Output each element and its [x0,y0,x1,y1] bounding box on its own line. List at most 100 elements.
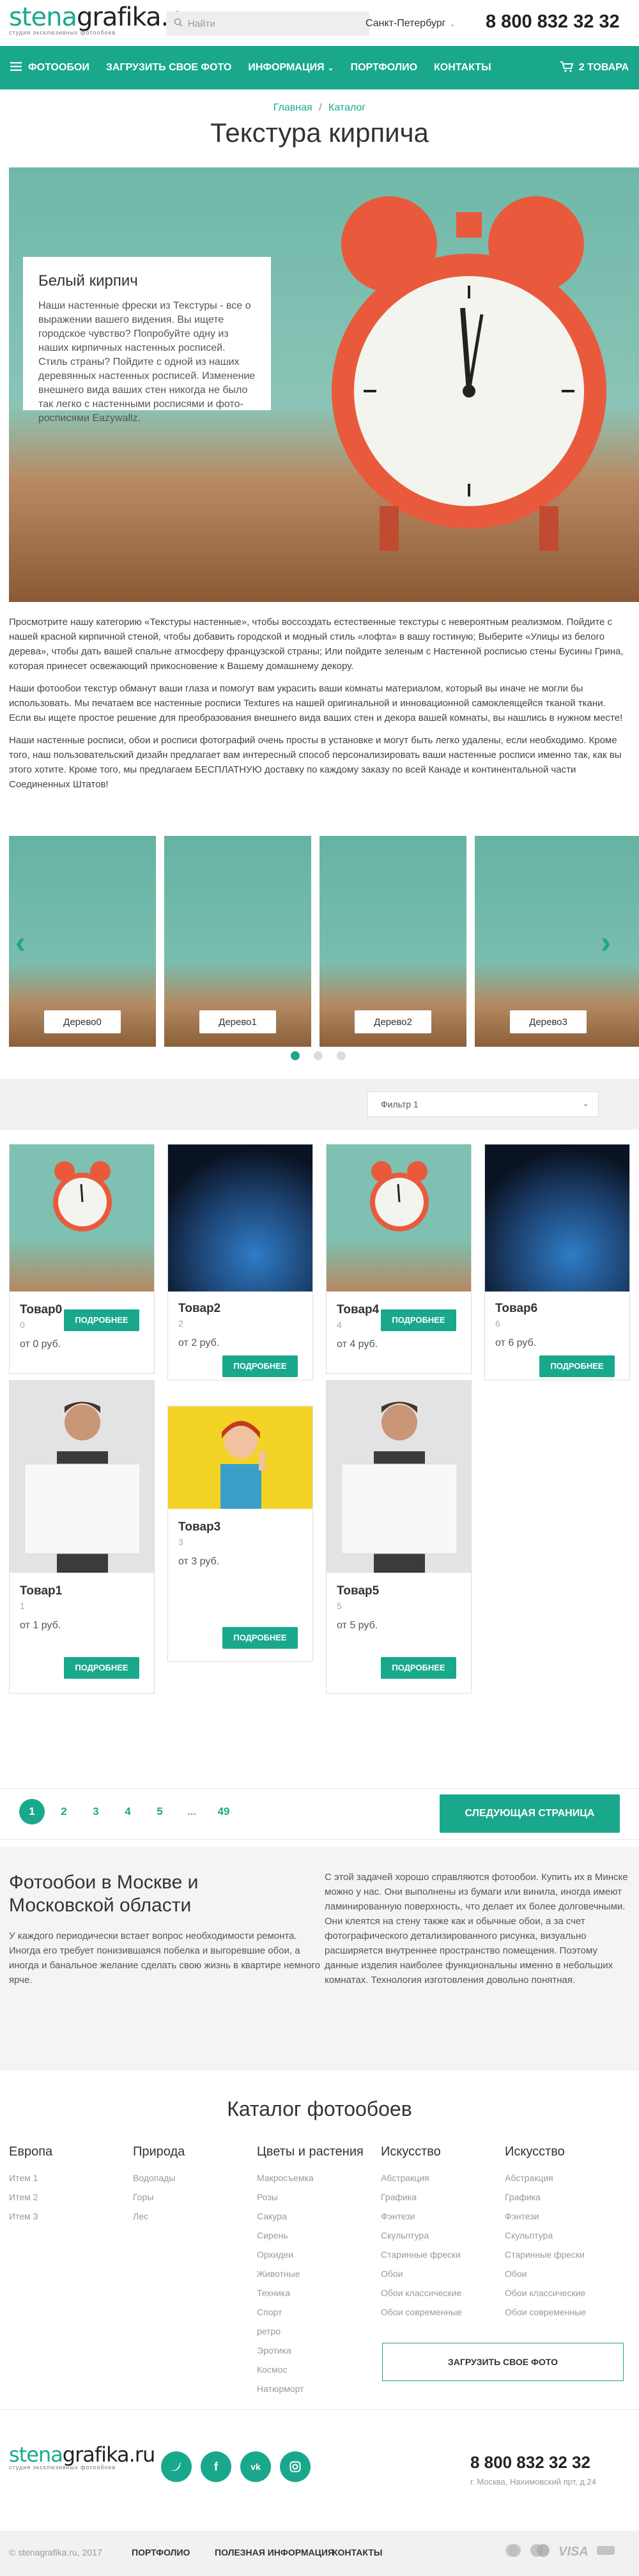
catalog-link[interactable]: Обои [381,2264,496,2283]
catalog-link[interactable]: Макросъемка [257,2168,372,2187]
product-card[interactable]: Товар5 5 от 5 руб. ПОДРОБНЕЕ [326,1380,472,1693]
page-link-active[interactable]: 1 [19,1799,45,1824]
catalog-link[interactable]: Лес [133,2207,248,2226]
product-card[interactable]: Товар4 4 от 4 руб. ПОДРОБНЕЕ [326,1144,472,1374]
filter-select-value: Фильтр 1 [381,1099,419,1109]
product-image [168,1145,312,1292]
product-card[interactable]: Товар0 0 от 0 руб. ПОДРОБНЕЕ [9,1144,155,1374]
facebook-icon[interactable]: f [201,2451,231,2482]
catalog-link[interactable]: Итем 3 [9,2207,124,2226]
footer-link-contacts[interactable]: КОНТАКТЫ [332,2547,382,2557]
nav-item-portfolio[interactable]: ПОРТФОЛИО [351,62,417,73]
carousel-slide[interactable]: Дерево1 [164,836,311,1047]
catalog-link[interactable]: Эротика [257,2341,372,2360]
product-more-button[interactable]: ПОДРОБНЕЕ [64,1657,139,1679]
catalog-link[interactable]: ретро [257,2322,372,2341]
product-card[interactable]: Товар2 2 от 2 руб. ПОДРОБНЕЕ [167,1144,313,1380]
catalog-link[interactable]: Обои классические [505,2283,630,2302]
search-icon [174,18,183,29]
catalog-link[interactable]: Скульптура [381,2226,496,2245]
twitter-icon[interactable] [161,2451,192,2482]
product-title: Товар2 [178,1302,221,1315]
page-link[interactable]: 4 [115,1799,141,1824]
catalog-link[interactable]: Водопады [133,2168,248,2187]
chevron-right-icon[interactable]: › [601,925,611,960]
product-more-button[interactable]: ПОДРОБНЕЕ [381,1657,456,1679]
catalog-link[interactable]: Старинные фрески [381,2245,496,2264]
cart-button[interactable]: 2 ТОВАРА [560,61,629,75]
footer-phone[interactable]: 8 800 832 32 32 [470,2453,590,2472]
catalog-link[interactable]: Старинные фрески [505,2245,630,2264]
catalog-link[interactable]: Обои классические [381,2283,496,2302]
catalog-link[interactable]: Сакура [257,2207,372,2226]
catalog-link[interactable]: Животные [257,2264,372,2283]
catalog-link[interactable]: Фэнтези [505,2207,630,2226]
page-link[interactable]: 49 [211,1799,236,1824]
instagram-icon[interactable] [280,2451,311,2482]
carousel-dot-active[interactable] [291,1051,300,1060]
city-selector[interactable]: Санкт-Петербург ⌄ [366,18,456,29]
catalog-link[interactable]: Итем 2 [9,2187,124,2207]
product-card[interactable]: Товар3 3 от 3 руб. ПОДРОБНЕЕ [167,1406,313,1662]
chevron-left-icon[interactable]: ‹ [15,925,26,960]
carousel-dot[interactable] [337,1051,346,1060]
catalog-link[interactable]: Орхидеи [257,2245,372,2264]
nav-item-info[interactable]: ИНФОРМАЦИЯ ⌄ [248,62,334,73]
next-page-button[interactable]: СЛЕДУЮЩАЯ СТРАНИЦА [440,1794,620,1833]
product-more-button[interactable]: ПОДРОБНЕЕ [64,1309,139,1331]
product-image [10,1381,154,1573]
catalog-link[interactable]: Графика [505,2187,630,2207]
menu-icon[interactable] [10,61,22,74]
catalog-link[interactable]: Натюрморт [257,2379,372,2398]
catalog-column-title: Природа [133,2145,185,2159]
catalog-link[interactable]: Обои современные [381,2302,496,2322]
catalog-link[interactable]: Абстракция [381,2168,496,2187]
catalog-link[interactable]: Обои [505,2264,630,2283]
catalog-link[interactable]: Графика [381,2187,496,2207]
product-more-button[interactable]: ПОДРОБНЕЕ [381,1309,456,1331]
header-phone[interactable]: 8 800 832 32 32 [486,12,620,33]
page-link[interactable]: 3 [83,1799,109,1824]
payment-icon [596,2543,615,2561]
catalog-link[interactable]: Фэнтези [381,2207,496,2226]
product-card[interactable]: Товар1 1 от 1 руб. ПОДРОБНЕЕ [9,1380,155,1693]
alarm-clock-image [332,196,606,551]
nav-item-upload[interactable]: ЗАГРУЗИТЬ СВОЕ ФОТО [106,62,232,73]
footer-link-portfolio[interactable]: ПОРТФОЛИО [132,2547,190,2557]
footer-logo[interactable]: stenagrafika.ru студия эксклюзивных фото… [9,2442,155,2471]
catalog-link[interactable]: Горы [133,2187,248,2207]
vk-icon[interactable]: vk [240,2451,271,2482]
page-link[interactable]: 5 [147,1799,173,1824]
catalog-link[interactable]: Сирень [257,2226,372,2245]
product-price: от 2 руб. [178,1338,220,1348]
footer-link-info[interactable]: ПОЛЕЗНАЯ ИНФОРМАЦИЯ [215,2547,334,2557]
product-more-button[interactable]: ПОДРОБНЕЕ [539,1355,615,1377]
catalog-link[interactable]: Абстракция [505,2168,630,2187]
catalog-link[interactable]: Техника [257,2283,372,2302]
catalog-link[interactable]: Космос [257,2360,372,2379]
catalog-link[interactable]: Спорт [257,2302,372,2322]
breadcrumb-home[interactable]: Главная [273,102,312,113]
search-input[interactable]: Найти [166,12,369,36]
description-paragraph: Наши фотообои текстур обманут ваши глаза… [9,683,623,723]
page-link[interactable]: 2 [51,1799,77,1824]
catalog-column-title: Цветы и растения [257,2145,364,2159]
carousel-slide[interactable]: Дерево2 [320,836,466,1047]
product-more-button[interactable]: ПОДРОБНЕЕ [222,1627,298,1649]
catalog-link[interactable]: Скульптура [505,2226,630,2245]
product-card[interactable]: Товар6 6 от 6 руб. ПОДРОБНЕЕ [484,1144,630,1380]
carousel-slide[interactable]: Дерево0 [9,836,156,1047]
breadcrumb: Главная / Каталог [0,102,639,114]
upload-photo-button[interactable]: ЗАГРУЗИТЬ СВОЕ ФОТО [382,2343,624,2381]
catalog-link[interactable]: Розы [257,2187,372,2207]
product-more-button[interactable]: ПОДРОБНЕЕ [222,1355,298,1377]
nav-item-photowallpaper[interactable]: ФОТООБОИ [28,62,89,73]
footer-address: г. Москва, Нахимовский прт, д.24 [470,2477,596,2487]
carousel-slide[interactable]: Дерево3 [475,836,639,1047]
carousel-dot[interactable] [314,1051,323,1060]
catalog-link[interactable]: Итем 1 [9,2168,124,2187]
breadcrumb-catalog[interactable]: Каталог [328,102,366,113]
catalog-link[interactable]: Обои современные [505,2302,630,2322]
nav-item-contacts[interactable]: КОНТАКТЫ [434,62,491,73]
filter-select[interactable]: Фильтр 1 ⌄ [367,1091,599,1117]
